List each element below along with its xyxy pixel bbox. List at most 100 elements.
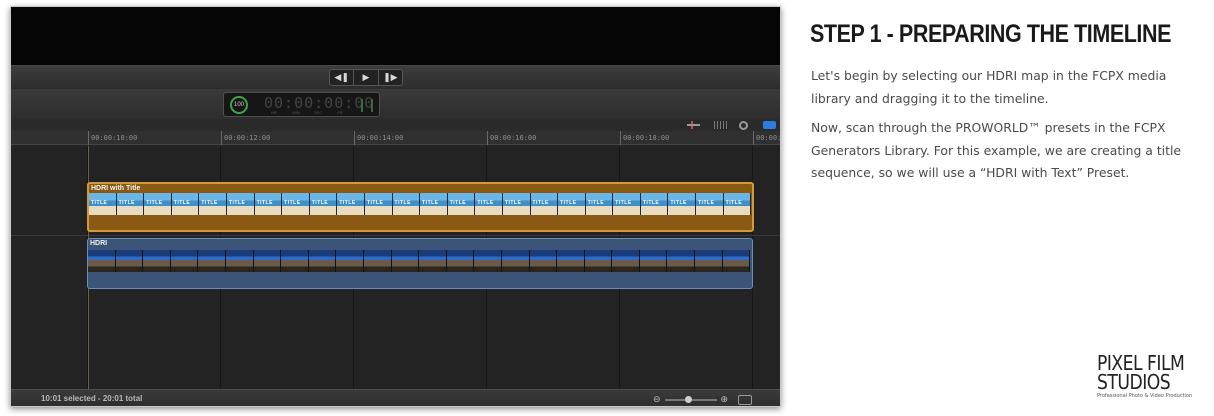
filmstrip-frame xyxy=(88,250,116,272)
filmstrip-frame xyxy=(474,250,502,272)
filmstrip-frame: TITLE xyxy=(309,193,338,215)
ruler-tick: 00:00:14:00 xyxy=(354,131,403,145)
frame-title-text: TITLE xyxy=(560,200,577,206)
frame-title-text: TITLE xyxy=(173,200,191,206)
viewer xyxy=(11,7,780,65)
snapping-icon[interactable] xyxy=(763,121,776,129)
filmstrip-frame xyxy=(695,250,723,272)
frame-title-text: TITLE xyxy=(449,200,467,206)
clip-appearance-icon[interactable] xyxy=(738,394,753,405)
filmstrip-frame: TITLE xyxy=(199,193,227,215)
filmstrip-frame: TITLE xyxy=(502,193,531,215)
filmstrip-frame: TITLE xyxy=(254,193,283,215)
zoom-out-icon[interactable]: ⊖ xyxy=(653,395,661,405)
filmstrip-frame: TITLE xyxy=(530,193,559,215)
frame-title-text: TITLE xyxy=(477,200,494,206)
solo-icon[interactable] xyxy=(739,121,748,130)
filmstrip-frame xyxy=(198,250,226,272)
filmstrip-frame: TITLE xyxy=(696,193,724,215)
filmstrip-frame: TITLE xyxy=(723,193,752,215)
filmstrip-frame: TITLE xyxy=(475,193,503,215)
frame-title-text: TITLE xyxy=(339,200,356,206)
filmstrip-frame: TITLE xyxy=(89,193,117,215)
filmstrip-frame xyxy=(584,250,613,272)
frame-title-text: TITLE xyxy=(91,200,108,206)
frame-title-text: TITLE xyxy=(642,200,660,206)
timeline-ruler[interactable]: 00:00:10:00 00:00:12:00 00:00:14:00 00:0… xyxy=(11,131,780,145)
timecode-units: HR MIN SEC FR xyxy=(268,110,346,115)
filmstrip-frame xyxy=(225,250,254,272)
frame-title-text: TITLE xyxy=(228,200,246,206)
filmstrip-frame xyxy=(143,250,171,272)
zoom-control: ⊖ ⊕ xyxy=(653,393,763,406)
fcpx-screenshot: ◀❚ ▶ ❚▶ 100 00:00:00:00 HR MIN SEC FR 00… xyxy=(10,6,781,407)
filmstrip-frame: TITLE xyxy=(226,193,255,215)
filmstrip-frame xyxy=(722,250,751,272)
step-paragraph: Let's begin by selecting our HDRI map in… xyxy=(811,68,1167,106)
zoom-in-icon[interactable]: ⊕ xyxy=(721,395,729,405)
audio-meter-icon xyxy=(361,99,373,112)
dashboard-strip: 100 00:00:00:00 HR MIN SEC FR xyxy=(11,89,780,119)
frame-title-text: TITLE xyxy=(256,200,273,206)
clip-name: HDRI xyxy=(90,240,108,247)
transport-bar: ◀❚ ▶ ❚▶ xyxy=(11,65,780,89)
frame-title-text: TITLE xyxy=(366,200,384,206)
frame-title-text: TITLE xyxy=(725,200,743,206)
filmstrip-frame: TITLE xyxy=(282,193,310,215)
frame-title-text: TITLE xyxy=(504,200,522,206)
play-icon[interactable]: ▶ xyxy=(354,70,379,85)
filmstrip-frame xyxy=(115,250,144,272)
ruler-tick: 00:00:18:00 xyxy=(620,131,669,145)
filmstrip-frame xyxy=(639,250,668,272)
filmstrip-frame: TITLE xyxy=(613,193,641,215)
audio-skimming-icon[interactable] xyxy=(714,121,727,129)
logo-line: STUDIOS xyxy=(1097,370,1171,394)
dashboard[interactable]: 100 00:00:00:00 HR MIN SEC FR xyxy=(223,92,380,117)
filmstrip-frame: TITLE xyxy=(337,193,365,215)
title-filmstrip: TITLE TITLE TITLE TITLE TITLE TITLE TITLE TITLE… xyxy=(89,193,752,215)
filmstrip-frame xyxy=(557,250,585,272)
filmstrip-frame: TITLE xyxy=(640,193,669,215)
step-heading: STEP 1 - PREPARING THE TIMELINE xyxy=(810,20,1171,48)
frame-title-text: TITLE xyxy=(615,200,632,206)
filmstrip-frame: TITLE xyxy=(585,193,614,215)
timecode-unit: MIN xyxy=(292,110,300,115)
timecode-unit: HR xyxy=(271,110,277,115)
hdri-clip[interactable]: HDRI xyxy=(87,238,753,289)
filmstrip-frame xyxy=(281,250,309,272)
zoom-slider[interactable] xyxy=(664,395,717,403)
frame-title-text: TITLE xyxy=(201,200,218,206)
skip-back-icon[interactable]: ◀❚ xyxy=(330,70,355,85)
status-bar: 10:01 selected - 20:01 total ⊖ ⊕ xyxy=(11,389,780,406)
frame-title-text: TITLE xyxy=(698,200,715,206)
ruler-tick: 00:00:12:00 xyxy=(221,131,270,145)
frame-title-text: TITLE xyxy=(311,200,329,206)
pixel-film-studios-logo: PIXEL FILM STUDIOS Professional Photo & … xyxy=(1097,353,1207,399)
frame-title-text: TITLE xyxy=(284,200,301,206)
skimming-icon[interactable] xyxy=(687,121,704,129)
title-clip[interactable]: HDRI with Title TITLE TITLE TITLE TITLE TITL… xyxy=(87,182,754,232)
timeline-tracks[interactable]: HDRI with Title TITLE TITLE TITLE TITLE TITL… xyxy=(11,146,780,389)
skip-forward-icon[interactable]: ❚▶ xyxy=(379,70,402,85)
background-tasks-indicator[interactable]: 100 xyxy=(230,96,248,114)
filmstrip-frame xyxy=(308,250,337,272)
filmstrip-frame xyxy=(170,250,199,272)
filmstrip-frame: TITLE xyxy=(668,193,697,215)
selection-status: 10:01 selected - 20:01 total xyxy=(41,394,143,403)
filmstrip-frame: TITLE xyxy=(558,193,586,215)
frame-title-text: TITLE xyxy=(670,200,687,206)
ruler-tick: 00:00:10:00 xyxy=(88,131,137,145)
lane-divider xyxy=(11,235,780,236)
frame-title-text: TITLE xyxy=(532,200,549,206)
filmstrip-frame xyxy=(667,250,696,272)
filmstrip-frame xyxy=(501,250,530,272)
filmstrip-frame xyxy=(253,250,282,272)
timeline-toolbar xyxy=(11,119,780,131)
filmstrip-frame: TITLE xyxy=(420,193,448,215)
timecode-unit: SEC xyxy=(313,110,323,115)
frame-title-text: TITLE xyxy=(118,200,135,206)
zoom-knob[interactable] xyxy=(684,395,692,403)
filmstrip-frame xyxy=(391,250,420,272)
filmstrip-frame: TITLE xyxy=(144,193,172,215)
frame-title-text: TITLE xyxy=(146,200,163,206)
